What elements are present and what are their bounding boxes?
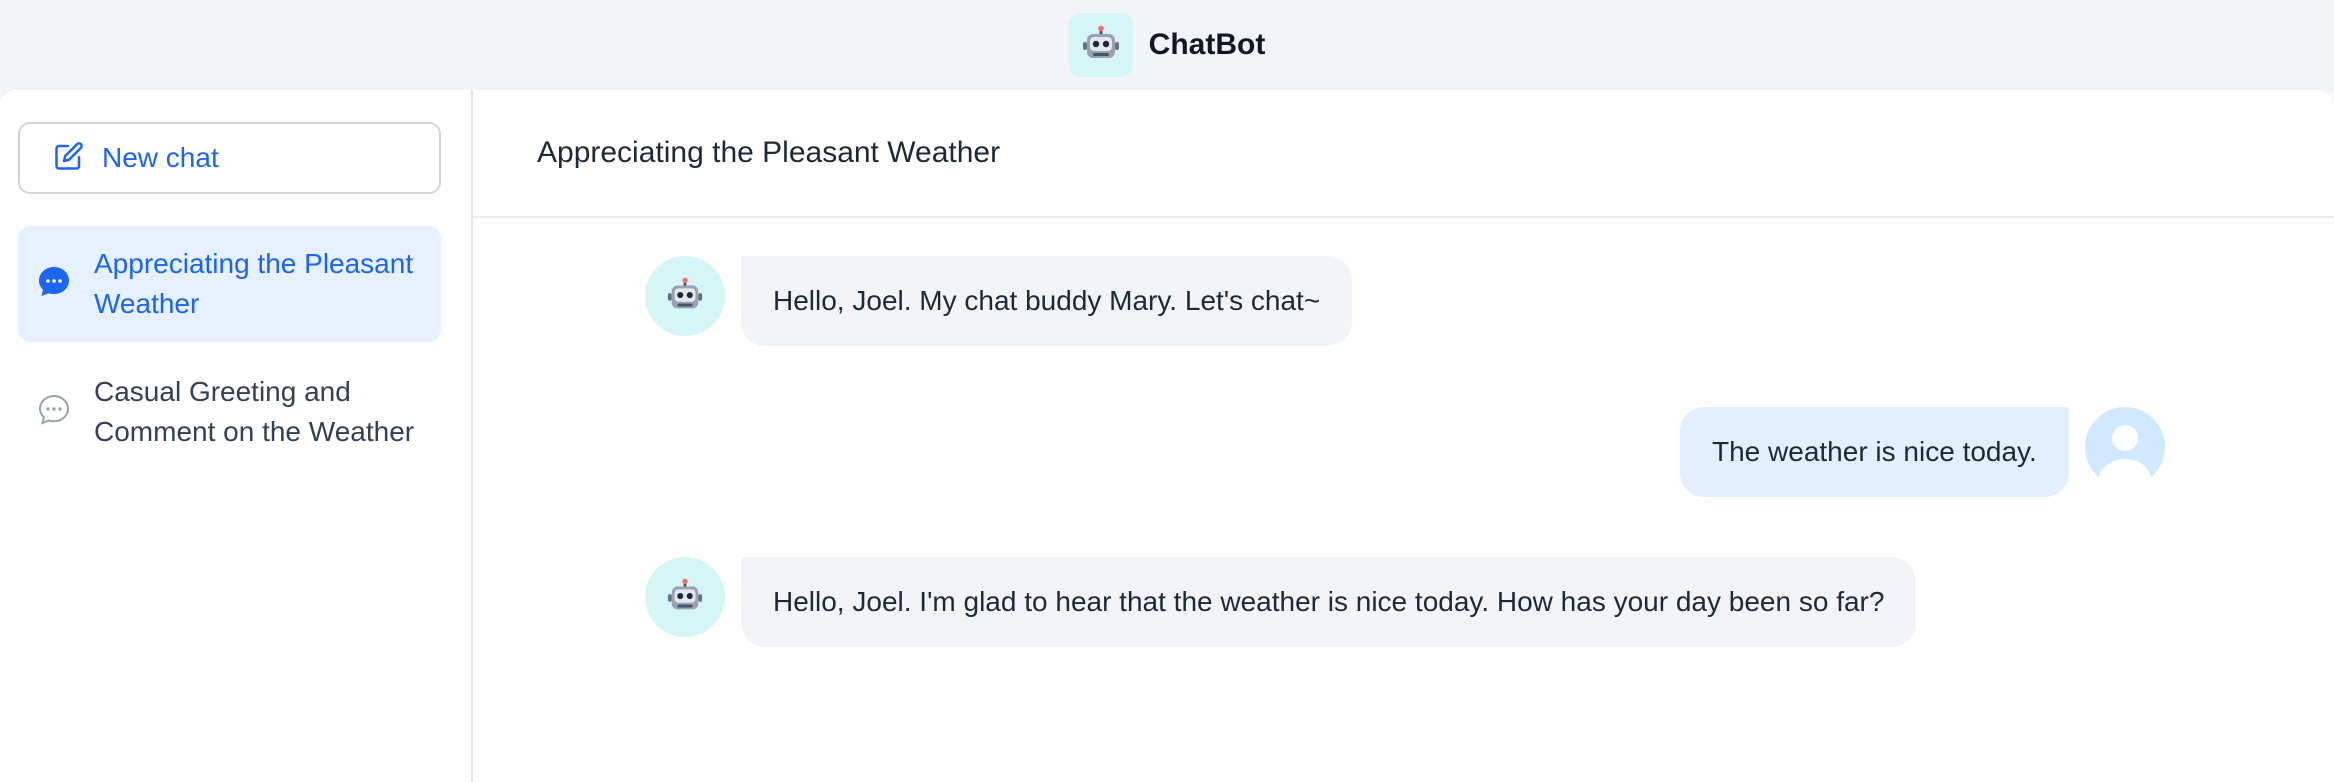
bot-avatar-icon: [645, 557, 725, 637]
chat-header: Appreciating the Pleasant Weather: [473, 90, 2334, 218]
app-window: New chat Appreciating the Pleasant Weath…: [0, 90, 2334, 782]
new-chat-button[interactable]: New chat: [18, 122, 441, 194]
new-chat-label: New chat: [102, 142, 219, 173]
bot-message: Hello, Joel. My chat buddy Mary. Let's c…: [645, 256, 1353, 346]
user-message: The weather is nice today.: [1680, 407, 2165, 497]
conversation-label: Appreciating the Pleasant Weather: [94, 248, 414, 319]
chat-panel: Appreciating the Pleasant Weather Hello,…: [473, 90, 2334, 782]
robot-icon: [1068, 13, 1133, 77]
top-bar: ChatBot: [0, 0, 2334, 90]
conversation-item[interactable]: Casual Greeting and Comment on the Weath…: [18, 354, 441, 470]
conversation-list: Appreciating the Pleasant Weather Casual…: [18, 226, 453, 470]
brand: ChatBot: [1068, 13, 1266, 77]
sidebar: New chat Appreciating the Pleasant Weath…: [0, 90, 473, 782]
user-avatar-icon: [2084, 407, 2165, 487]
bot-message-bubble: Hello, Joel. I'm glad to hear that the w…: [741, 557, 1917, 647]
bot-avatar-icon: [645, 256, 725, 336]
user-message-bubble: The weather is nice today.: [1680, 407, 2069, 497]
chat-bubble-filled-icon: [36, 264, 72, 305]
bot-message-bubble: Hello, Joel. My chat buddy Mary. Let's c…: [741, 256, 1353, 346]
conversation-item-active[interactable]: Appreciating the Pleasant Weather: [18, 226, 441, 342]
conversation-label: Casual Greeting and Comment on the Weath…: [94, 376, 415, 447]
conversation-title: Appreciating the Pleasant Weather: [537, 136, 1001, 169]
chat-bubble-outline-icon: [36, 392, 72, 433]
bot-message: Hello, Joel. I'm glad to hear that the w…: [645, 557, 1917, 647]
app-name: ChatBot: [1148, 28, 1266, 61]
edit-icon: [54, 141, 84, 176]
